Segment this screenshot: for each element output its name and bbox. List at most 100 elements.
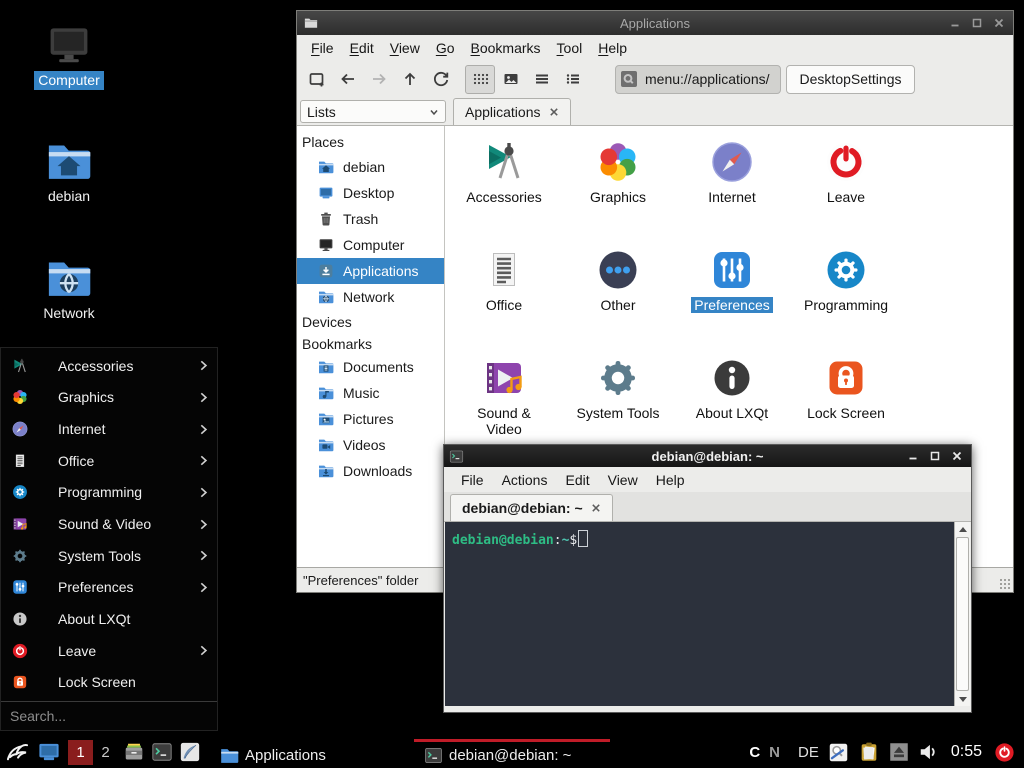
compact-view-button[interactable] <box>527 65 557 94</box>
sidebar-item-applications[interactable]: Applications <box>297 258 444 284</box>
task-applications[interactable]: Applications <box>210 739 392 768</box>
power-button[interactable] <box>993 741 1016 764</box>
about-icon <box>708 354 756 402</box>
menu-bookmarks[interactable]: Bookmarks <box>463 37 549 59</box>
menu-help[interactable]: Help <box>647 469 694 491</box>
menu-edit[interactable]: Edit <box>342 37 382 59</box>
sidebar-item-network[interactable]: Network <box>297 284 444 310</box>
terminal-tab[interactable]: debian@debian: ~ <box>450 494 613 521</box>
sidebar-item-computer[interactable]: Computer <box>297 232 444 258</box>
close-button[interactable] <box>993 17 1005 29</box>
removable-media-tray-icon[interactable] <box>889 742 909 762</box>
app-category-accessories[interactable]: Accessories <box>447 136 561 244</box>
num-lock-indicator[interactable]: N <box>769 744 780 761</box>
sidebar-item-pictures[interactable]: Pictures <box>297 406 444 432</box>
places-header: Places <box>297 130 444 154</box>
caps-lock-indicator[interactable]: C <box>749 744 760 761</box>
show-desktop-button[interactable] <box>34 737 64 767</box>
back-button[interactable] <box>333 65 363 94</box>
sidebar-item-downloads[interactable]: Downloads <box>297 458 444 484</box>
menu-item-accessories[interactable]: Accessories <box>1 350 217 382</box>
featherpad-launcher[interactable] <box>176 737 204 767</box>
app-category-programming[interactable]: Programming <box>789 244 903 352</box>
menu-tool[interactable]: Tool <box>549 37 591 59</box>
thumbnail-view-button[interactable] <box>496 65 526 94</box>
terminal-titlebar[interactable]: debian@debian: ~ <box>444 445 971 467</box>
minimize-button[interactable] <box>949 17 961 29</box>
tab-close-icon[interactable] <box>549 107 559 117</box>
desktop-settings-button[interactable]: DesktopSettings <box>786 65 916 94</box>
new-tab-button[interactable] <box>302 65 332 94</box>
close-button[interactable] <box>951 450 963 462</box>
terminal-screen[interactable]: debian@debian:~$ <box>445 522 954 706</box>
app-category-internet[interactable]: Internet <box>675 136 789 244</box>
menu-item-graphics[interactable]: Graphics <box>1 382 217 414</box>
detailed-view-button[interactable] <box>558 65 588 94</box>
menu-help[interactable]: Help <box>590 37 635 59</box>
address-bar[interactable]: menu://applications/ <box>615 65 781 94</box>
up-button[interactable] <box>395 65 425 94</box>
clipboard-tray-icon[interactable] <box>858 741 880 763</box>
menu-item-preferences[interactable]: Preferences <box>1 572 217 604</box>
terminal-scrollbar[interactable] <box>954 522 970 706</box>
task-terminal[interactable]: debian@debian: ~ <box>414 739 610 768</box>
app-category-preferences[interactable]: Preferences <box>675 244 789 352</box>
sidebar-item-debian[interactable]: debian <box>297 154 444 180</box>
reload-button[interactable] <box>426 65 456 94</box>
scroll-up-icon[interactable] <box>955 522 970 536</box>
menu-file[interactable]: File <box>303 37 342 59</box>
scroll-down-icon[interactable] <box>955 692 970 706</box>
forward-button[interactable] <box>364 65 394 94</box>
tab-applications[interactable]: Applications <box>453 98 571 125</box>
main-menu-button[interactable] <box>0 737 34 767</box>
sidebar-item-trash[interactable]: Trash <box>297 206 444 232</box>
keyboard-layout-indicator[interactable]: DE <box>798 744 819 761</box>
workspace-1-button[interactable]: 1 <box>68 740 93 765</box>
file-manager-titlebar[interactable]: Applications <box>297 11 1013 35</box>
workspace-2-button[interactable]: 2 <box>93 740 118 765</box>
sidebar-item-documents[interactable]: Documents <box>297 354 444 380</box>
combo-value: Lists <box>307 104 336 120</box>
menu-item-lock-screen[interactable]: Lock Screen <box>1 667 217 699</box>
app-category-office[interactable]: Office <box>447 244 561 352</box>
menu-item-internet[interactable]: Internet <box>1 413 217 445</box>
desktop-icon-network[interactable]: Network <box>14 255 124 323</box>
menu-view[interactable]: View <box>382 37 428 59</box>
menu-item-office[interactable]: Office <box>1 445 217 477</box>
sidebar-item-music[interactable]: Music <box>297 380 444 406</box>
resize-grip[interactable] <box>999 578 1011 590</box>
desktop-icon-debian[interactable]: debian <box>14 138 124 206</box>
prompt-symbol: $ <box>569 533 577 548</box>
terminal-launcher[interactable] <box>148 737 176 767</box>
sidebar-item-videos[interactable]: Videos <box>297 432 444 458</box>
search-input[interactable] <box>1 707 217 725</box>
maximize-button[interactable] <box>929 450 941 462</box>
sidebar-mode-combo[interactable]: Lists <box>300 100 446 123</box>
scrollbar-thumb[interactable] <box>956 537 969 691</box>
app-category-leave[interactable]: Leave <box>789 136 903 244</box>
menu-actions[interactable]: Actions <box>493 469 557 491</box>
menu-edit[interactable]: Edit <box>556 469 598 491</box>
clock[interactable]: 0:55 <box>951 743 982 761</box>
screenshot-tray-icon[interactable] <box>828 742 849 763</box>
minimize-button[interactable] <box>907 450 919 462</box>
submenu-arrow-icon <box>198 582 209 593</box>
menu-go[interactable]: Go <box>428 37 463 59</box>
app-category-graphics[interactable]: Graphics <box>561 136 675 244</box>
file-manager-launcher[interactable] <box>120 737 148 767</box>
menu-item-system-tools[interactable]: System Tools <box>1 540 217 572</box>
menu-view[interactable]: View <box>599 469 647 491</box>
graphics-icon <box>11 388 29 406</box>
desktop-icon-computer[interactable]: Computer <box>14 22 124 90</box>
app-category-other[interactable]: Other <box>561 244 675 352</box>
menu-file[interactable]: File <box>452 469 493 491</box>
maximize-button[interactable] <box>971 17 983 29</box>
menu-item-leave[interactable]: Leave <box>1 635 217 667</box>
menu-item-about-lxqt[interactable]: About LXQt <box>1 603 217 635</box>
volume-tray-icon[interactable] <box>918 741 940 763</box>
menu-item-sound-video[interactable]: Sound & Video <box>1 508 217 540</box>
icon-view-button[interactable] <box>465 65 495 94</box>
sidebar-item-desktop[interactable]: Desktop <box>297 180 444 206</box>
tab-close-icon[interactable] <box>591 503 601 513</box>
menu-item-programming[interactable]: Programming <box>1 477 217 509</box>
